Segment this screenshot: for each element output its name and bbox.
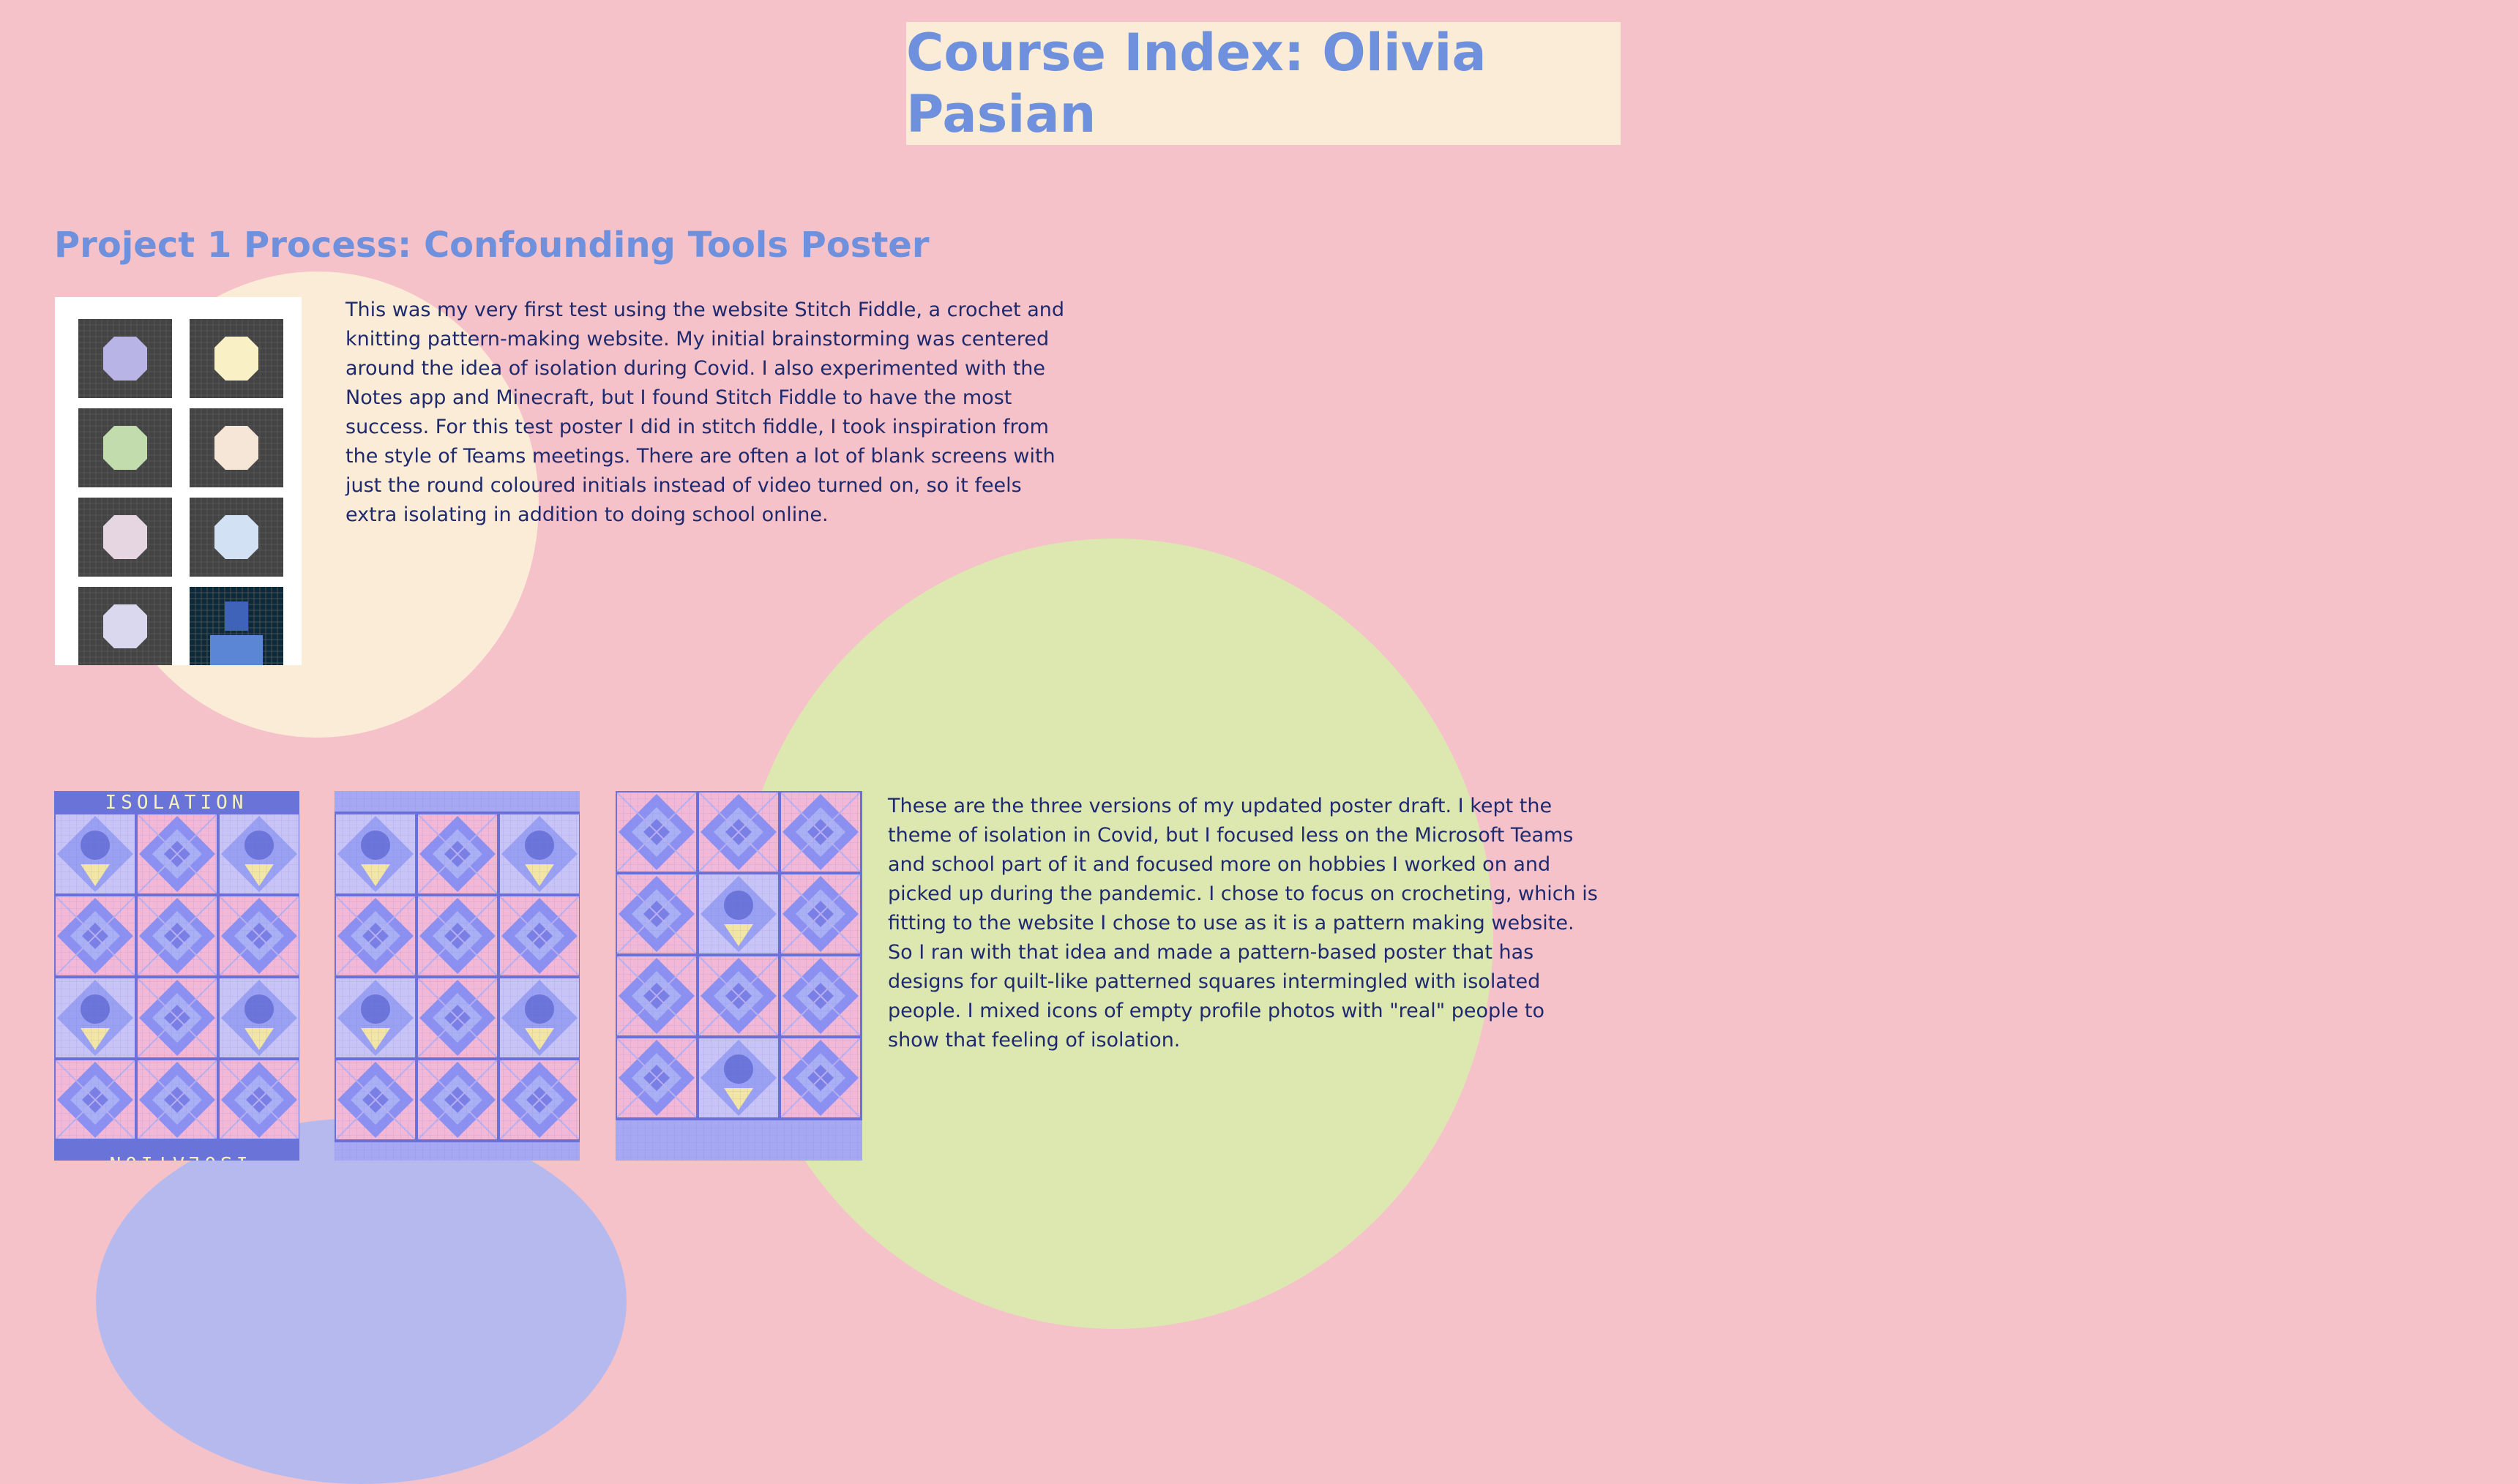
test-poster-image (55, 297, 302, 665)
decorative-circle-blue (96, 1118, 627, 1484)
poster-2-pattern (335, 791, 580, 1161)
page-title-box: Course Index: Olivia Pasian (906, 22, 1621, 145)
test-poster-tile (190, 498, 283, 577)
test-poster-tile (78, 587, 172, 665)
test-poster-tile (190, 587, 283, 665)
test-poster-tile (78, 319, 172, 398)
poster-draft-version-2 (335, 791, 580, 1161)
project-1-description: This was my very first test using the we… (345, 299, 1065, 526)
test-poster-tile (78, 498, 172, 577)
page-title: Course Index: Olivia Pasian (906, 22, 1621, 145)
poster-draft-version-1: ISOLATION ISOLATION (54, 791, 299, 1161)
poster-1-top-text: ISOLATION (105, 792, 248, 814)
poster-3-pattern (616, 791, 862, 1161)
test-poster-tile (190, 319, 283, 398)
project-1-drafts-description: These are the three versions of my updat… (888, 795, 1598, 1052)
poster-1-bottom-text: ISOLATION (105, 1152, 248, 1161)
test-poster-tile (190, 408, 283, 487)
project-1-heading: Project 1 Process: Confounding Tools Pos… (54, 225, 930, 266)
poster-1-pattern: ISOLATION ISOLATION (54, 791, 299, 1161)
test-poster-tile (78, 408, 172, 487)
poster-draft-version-3 (616, 791, 862, 1161)
